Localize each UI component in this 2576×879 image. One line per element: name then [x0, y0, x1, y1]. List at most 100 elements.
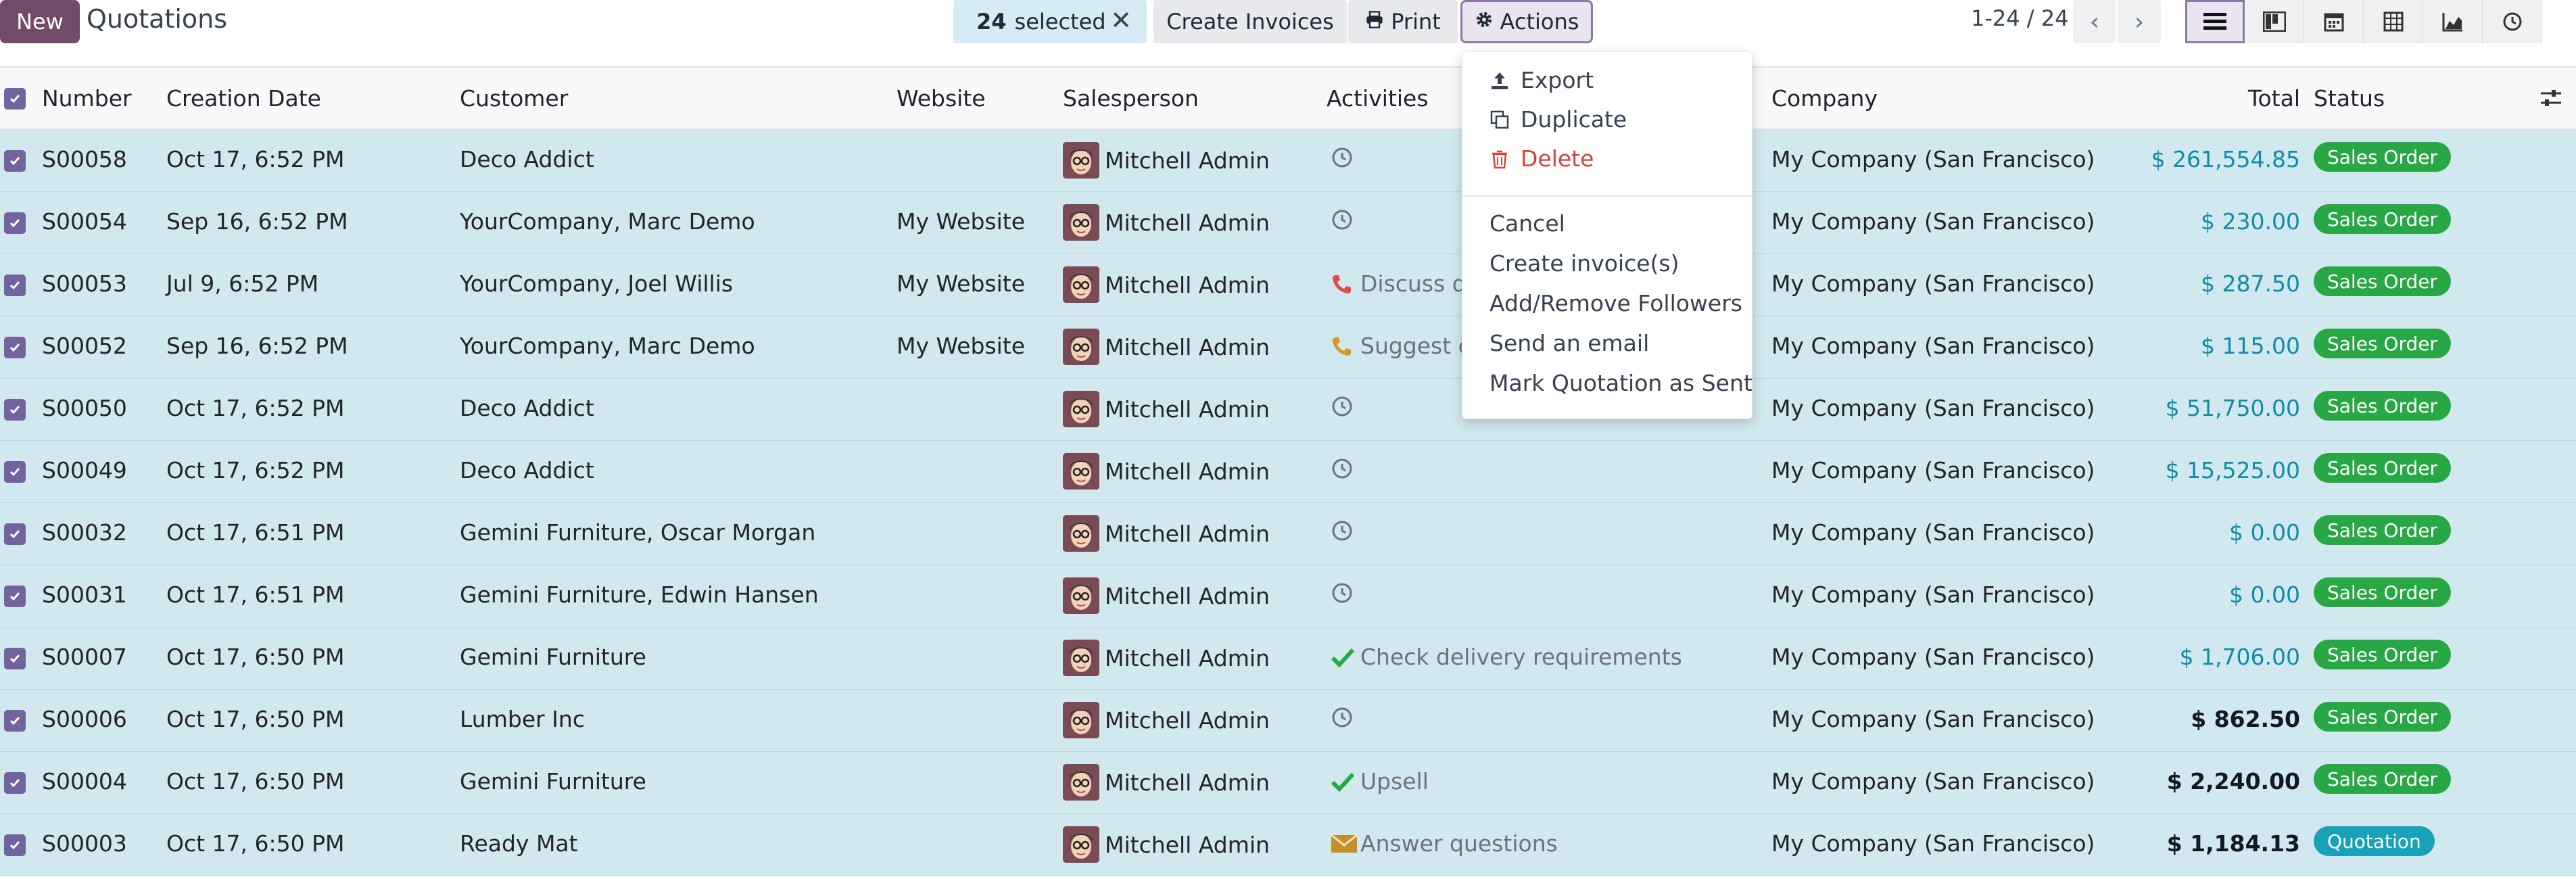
cell-activity[interactable] — [1331, 146, 1360, 169]
menu-item-followers[interactable]: Add/Remove Followers — [1489, 290, 1742, 316]
avatar[interactable] — [1063, 702, 1099, 738]
row-checkbox[interactable] — [4, 337, 26, 358]
column-company[interactable]: Company — [1771, 85, 1878, 112]
actions-label: Actions — [1500, 9, 1579, 34]
row-checkbox[interactable] — [4, 461, 26, 483]
print-button[interactable]: Print — [1348, 0, 1458, 43]
column-number[interactable]: Number — [42, 85, 132, 112]
cell-activity[interactable]: Answer questions — [1331, 830, 1558, 857]
pager-previous-icon[interactable]: ‹ — [2073, 0, 2116, 43]
cell-salesperson: Mitchell Admin — [1105, 147, 1270, 174]
cell-activity[interactable] — [1331, 208, 1360, 231]
menu-item-mark-sent[interactable]: Mark Quotation as Sent — [1489, 370, 1752, 396]
avatar[interactable] — [1063, 453, 1099, 490]
menu-item-send-email[interactable]: Send an email — [1489, 330, 1649, 356]
row-checkbox[interactable] — [4, 523, 26, 545]
menu-item-export[interactable]: Export — [1489, 67, 1594, 93]
table-row[interactable]: S00049 Oct 17, 6:52 PM Deco Addict Mitchell… — [0, 441, 2576, 503]
menu-item-create-invoices[interactable]: Create invoice(s) — [1489, 250, 1679, 277]
row-checkbox[interactable] — [4, 150, 26, 172]
cell-company: My Company (San Francisco) — [1771, 644, 2095, 670]
table-row[interactable]: S00032 Oct 17, 6:51 PM Gemini Furniture, O… — [0, 503, 2576, 565]
pivot-view-icon[interactable] — [2364, 0, 2423, 43]
avatar[interactable] — [1063, 764, 1099, 801]
actions-button[interactable]: Actions — [1460, 0, 1593, 43]
select-all-checkbox[interactable] — [4, 88, 26, 110]
menu-item-delete[interactable]: Delete — [1489, 145, 1594, 172]
avatar[interactable] — [1063, 515, 1099, 552]
column-salesperson[interactable]: Salesperson — [1063, 85, 1199, 112]
row-checkbox[interactable] — [4, 275, 26, 296]
table-row[interactable]: S00058 Oct 17, 6:52 PM Deco Addict Mitchell… — [0, 130, 2576, 192]
table-row[interactable]: S00004 Oct 17, 6:50 PM Gemini Furniture Mit… — [0, 752, 2576, 814]
cell-activity[interactable] — [1331, 457, 1360, 480]
column-status[interactable]: Status — [2314, 85, 2385, 112]
kanban-view-icon[interactable] — [2245, 0, 2304, 43]
cell-activity[interactable] — [1331, 395, 1360, 418]
column-creation-date[interactable]: Creation Date — [166, 85, 321, 112]
cell-activity[interactable]: Suggest c — [1331, 333, 1471, 359]
row-checkbox[interactable] — [4, 710, 26, 732]
row-checkbox[interactable] — [4, 772, 26, 794]
cell-activity[interactable] — [1331, 581, 1360, 604]
graph-view-icon[interactable] — [2423, 0, 2483, 43]
row-checkbox[interactable] — [4, 212, 26, 234]
print-label: Print — [1391, 9, 1441, 34]
cell-salesperson: Mitchell Admin — [1105, 832, 1270, 858]
table-row[interactable]: S00054 Sep 16, 6:52 PM YourCompany, Marc D… — [0, 192, 2576, 254]
status-badge: Sales Order — [2314, 266, 2451, 296]
menu-item-cancel[interactable]: Cancel — [1489, 210, 1565, 237]
cell-customer: Gemini Furniture, Edwin Hansen — [460, 581, 819, 608]
status-badge: Sales Order — [2314, 329, 2451, 358]
avatar[interactable] — [1063, 266, 1099, 303]
cell-activity[interactable]: Check delivery requirements — [1331, 644, 1682, 670]
table-row[interactable]: S00052 Sep 16, 6:52 PM YourCompany, Marc D… — [0, 316, 2576, 379]
column-activities[interactable]: Activities — [1327, 85, 1429, 112]
clock-icon — [1331, 706, 1360, 729]
selection-indicator: 24 selected ✕ — [953, 0, 1147, 43]
cell-creation-date: Jul 9, 6:52 PM — [166, 270, 319, 297]
row-checkbox[interactable] — [4, 586, 26, 607]
avatar[interactable] — [1063, 640, 1099, 676]
row-checkbox[interactable] — [4, 399, 26, 421]
table-row[interactable]: S00007 Oct 17, 6:50 PM Gemini Furniture Mit… — [0, 627, 2576, 690]
cell-customer: YourCompany, Marc Demo — [460, 333, 755, 359]
optional-columns-icon[interactable] — [2539, 87, 2562, 115]
table-row[interactable]: S00003 Oct 17, 6:50 PM Ready Mat Mitchell A… — [0, 814, 2576, 876]
avatar[interactable] — [1063, 329, 1099, 365]
cell-company: My Company (San Francisco) — [1771, 706, 2095, 732]
pager-next-icon[interactable]: › — [2118, 0, 2161, 43]
cell-salesperson: Mitchell Admin — [1105, 521, 1270, 547]
table-row[interactable]: S00050 Oct 17, 6:52 PM Deco Addict Mitchell… — [0, 379, 2576, 441]
cell-company: My Company (San Francisco) — [1771, 395, 2095, 421]
avatar[interactable] — [1063, 142, 1099, 179]
cell-number: S00058 — [42, 146, 127, 172]
column-total[interactable]: Total — [2248, 85, 2300, 112]
table-row[interactable]: S00053 Jul 9, 6:52 PM YourCompany, Joel Wi… — [0, 254, 2576, 316]
cell-activity[interactable] — [1331, 519, 1360, 542]
cell-salesperson: Mitchell Admin — [1105, 707, 1270, 734]
menu-item-duplicate[interactable]: Duplicate — [1489, 106, 1627, 133]
list-view-icon[interactable] — [2185, 0, 2245, 43]
avatar[interactable] — [1063, 391, 1099, 427]
cell-activity[interactable]: Upsell — [1331, 768, 1429, 794]
pager-value[interactable]: 1-24 / 24 — [1971, 5, 2068, 31]
calendar-view-icon[interactable] — [2304, 0, 2364, 43]
table-row[interactable]: S00031 Oct 17, 6:51 PM Gemini Furniture, E… — [0, 565, 2576, 627]
avatar[interactable] — [1063, 826, 1099, 863]
avatar[interactable] — [1063, 577, 1099, 614]
clock-icon — [1331, 395, 1360, 418]
row-checkbox[interactable] — [4, 834, 26, 856]
cell-activity[interactable] — [1331, 706, 1360, 729]
activity-view-icon[interactable] — [2483, 0, 2542, 43]
table-row[interactable]: S00006 Oct 17, 6:50 PM Lumber Inc Mitchell … — [0, 690, 2576, 752]
create-invoices-button[interactable]: Create Invoices — [1153, 0, 1347, 43]
column-website[interactable]: Website — [897, 85, 986, 112]
new-button[interactable]: New — [0, 0, 80, 43]
row-checkbox[interactable] — [4, 648, 26, 669]
cell-activity[interactable]: Discuss d — [1331, 270, 1466, 297]
avatar[interactable] — [1063, 204, 1099, 241]
status-badge: Sales Order — [2314, 764, 2451, 794]
clear-selection-icon[interactable]: ✕ — [1110, 5, 1132, 35]
column-customer[interactable]: Customer — [460, 85, 568, 112]
